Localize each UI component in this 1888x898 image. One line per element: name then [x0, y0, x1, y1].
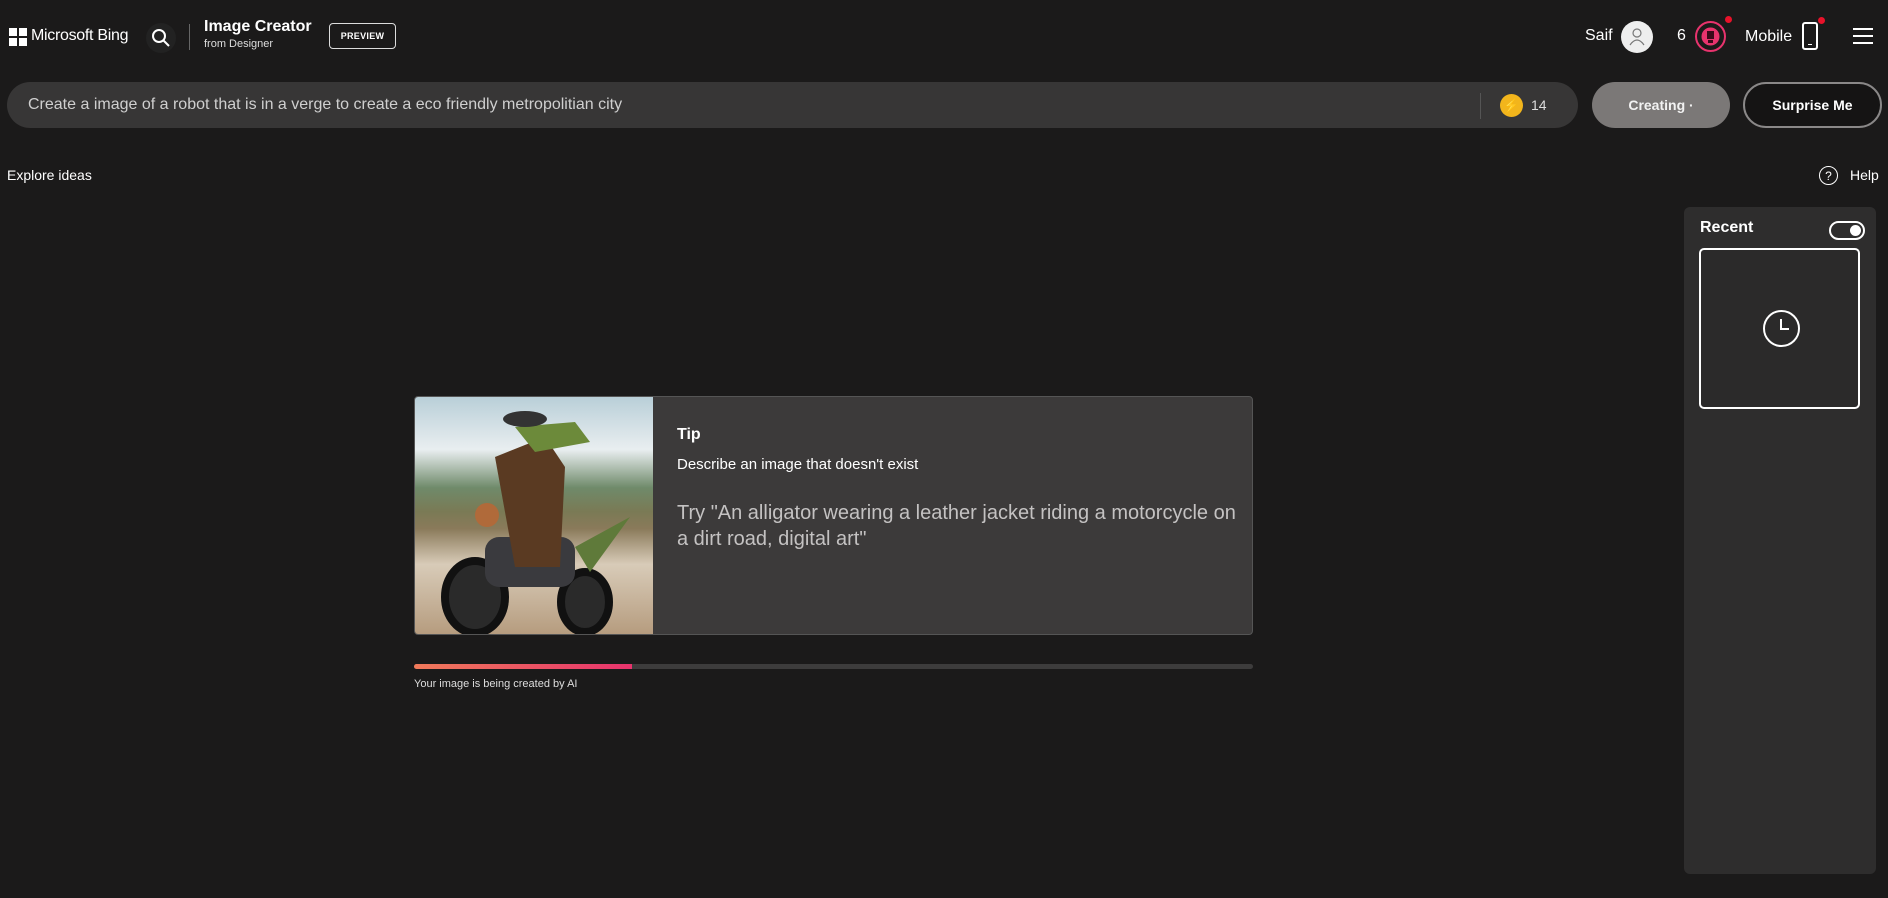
- prompt-input[interactable]: [28, 82, 1468, 128]
- prompt-divider: [1480, 93, 1481, 119]
- app-subtitle: from Designer: [204, 38, 274, 50]
- progress-fill: [414, 664, 633, 669]
- avatar[interactable]: [1621, 21, 1653, 53]
- brand-link[interactable]: Microsoft Bing: [31, 27, 128, 45]
- boost-count: 14: [1531, 97, 1547, 113]
- recent-title: Recent: [1700, 219, 1754, 236]
- rewards-trophy-icon[interactable]: [1695, 21, 1726, 52]
- alligator-motorcycle-image: [415, 397, 653, 634]
- help-icon[interactable]: ?: [1819, 166, 1838, 185]
- tip-description: Describe an image that doesn't exist: [677, 456, 919, 473]
- rewards-count[interactable]: 6: [1677, 27, 1686, 45]
- recent-toggle[interactable]: [1829, 221, 1865, 240]
- help-link[interactable]: Help: [1850, 167, 1879, 183]
- hamburger-menu-icon[interactable]: [1853, 28, 1873, 44]
- tip-card: Tip Describe an image that doesn't exist…: [414, 396, 1253, 635]
- person-icon: [1629, 28, 1645, 46]
- user-name[interactable]: Saif: [1585, 27, 1613, 45]
- tip-label: Tip: [677, 426, 701, 443]
- header-divider: [189, 24, 190, 50]
- create-button[interactable]: Creating ·: [1592, 82, 1730, 128]
- tip-example: Try "An alligator wearing a leather jack…: [677, 502, 1236, 550]
- notification-dot: [1818, 17, 1825, 24]
- notification-dot: [1725, 16, 1732, 23]
- search-icon[interactable]: [146, 23, 176, 53]
- surprise-me-button[interactable]: Surprise Me: [1743, 82, 1882, 128]
- prompt-bar: ⚡ 14: [7, 82, 1578, 128]
- microsoft-logo-icon[interactable]: [9, 28, 27, 46]
- explore-ideas-link[interactable]: Explore ideas: [7, 167, 92, 183]
- app-title[interactable]: Image Creator: [204, 18, 312, 36]
- mobile-label[interactable]: Mobile: [1745, 28, 1792, 46]
- preview-badge: PREVIEW: [329, 23, 396, 49]
- phone-icon[interactable]: [1802, 22, 1818, 50]
- progress-bar: [414, 664, 1253, 669]
- progress-caption: Your image is being created by AI: [414, 678, 578, 690]
- clock-icon: [1763, 310, 1800, 347]
- recent-placeholder: [1699, 248, 1860, 409]
- recent-panel: Recent: [1684, 207, 1876, 874]
- boost-coin-icon[interactable]: ⚡: [1500, 94, 1523, 117]
